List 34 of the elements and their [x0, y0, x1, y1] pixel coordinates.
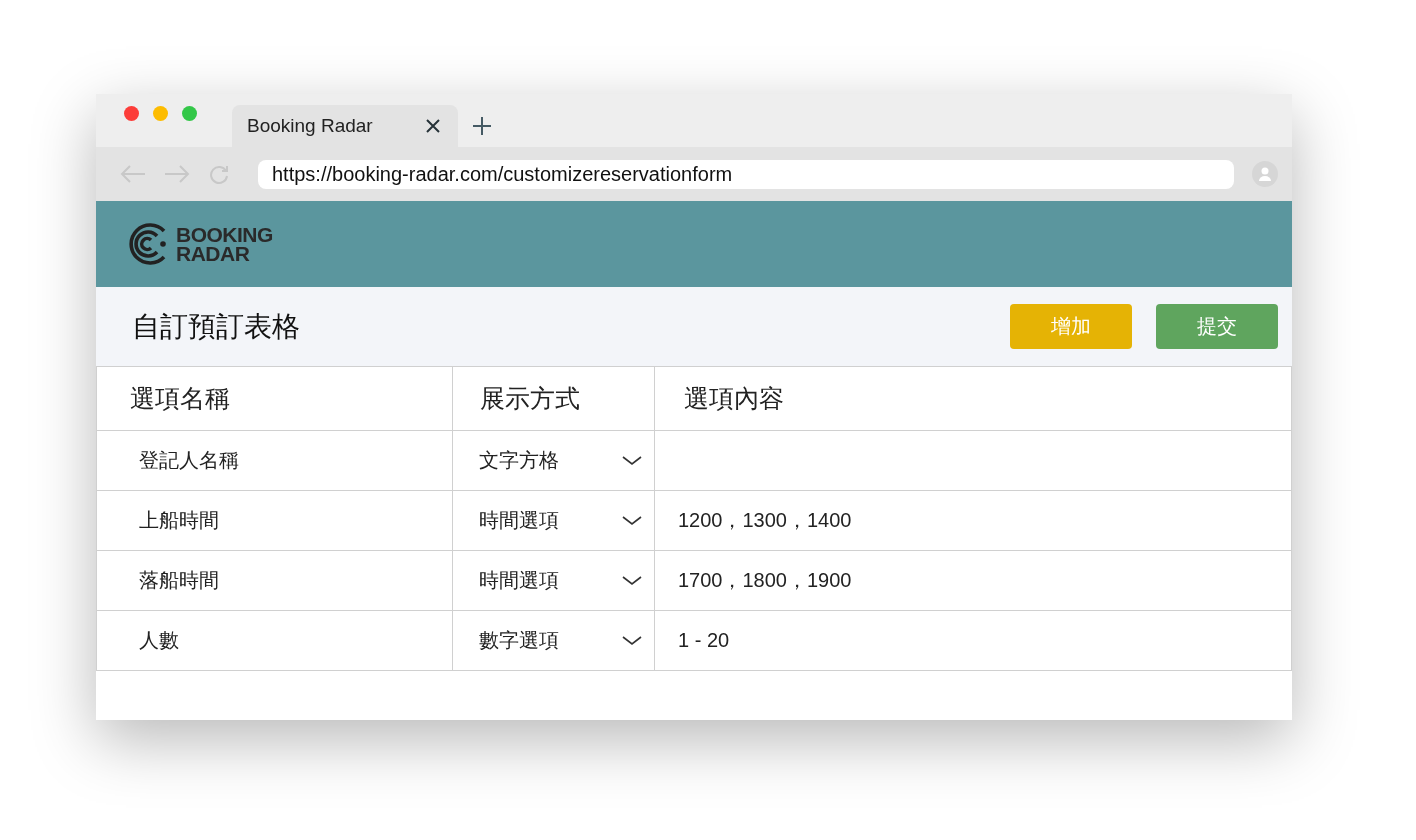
column-header: 展示方式 — [452, 366, 655, 431]
column-header: 選項內容 — [654, 366, 1292, 431]
user-avatar-icon[interactable] — [1252, 161, 1278, 187]
close-window-icon[interactable] — [124, 106, 139, 121]
address-bar[interactable]: https://booking-radar.com/customizereservationform — [258, 159, 1234, 189]
forward-arrow-icon[interactable] — [164, 165, 190, 183]
tab-title: Booking Radar — [247, 115, 373, 137]
chevron-down-icon — [622, 575, 642, 586]
minimize-window-icon[interactable] — [153, 106, 168, 121]
logo-text: BOOKING — [176, 225, 273, 244]
plus-icon[interactable] — [473, 117, 491, 135]
table-cell: 落船時間 — [96, 550, 453, 611]
table-cell: 1700，1800，1900 — [654, 550, 1292, 611]
table-cell: 上船時間 — [96, 490, 453, 551]
display-dropdown[interactable]: 時間選項 — [452, 550, 655, 611]
page-title: 自訂預訂表格 — [132, 309, 300, 344]
maximize-window-icon[interactable] — [182, 106, 197, 121]
display-dropdown[interactable]: 時間選項 — [452, 490, 655, 551]
column-header: 選項名稱 — [96, 366, 453, 431]
chevron-down-icon — [622, 515, 642, 526]
reload-icon[interactable] — [208, 163, 230, 185]
back-arrow-icon[interactable] — [120, 165, 146, 183]
url-text: https://booking-radar.com/customizereservationform — [272, 162, 733, 186]
chevron-down-icon — [622, 635, 642, 646]
chevron-down-icon — [622, 455, 642, 466]
display-dropdown[interactable]: 文字方格 — [452, 430, 655, 491]
table-cell: 1 - 20 — [654, 610, 1292, 671]
table-cell: 1200，1300，1400 — [654, 490, 1292, 551]
table-cell: 登記人名稱 — [96, 430, 453, 491]
table-cell: 人數 — [96, 610, 453, 671]
logo-text: RADAR — [176, 244, 251, 263]
close-icon[interactable] — [426, 119, 440, 133]
browser-tab[interactable]: Booking Radar — [232, 105, 458, 147]
display-dropdown[interactable]: 數字選項 — [452, 610, 655, 671]
